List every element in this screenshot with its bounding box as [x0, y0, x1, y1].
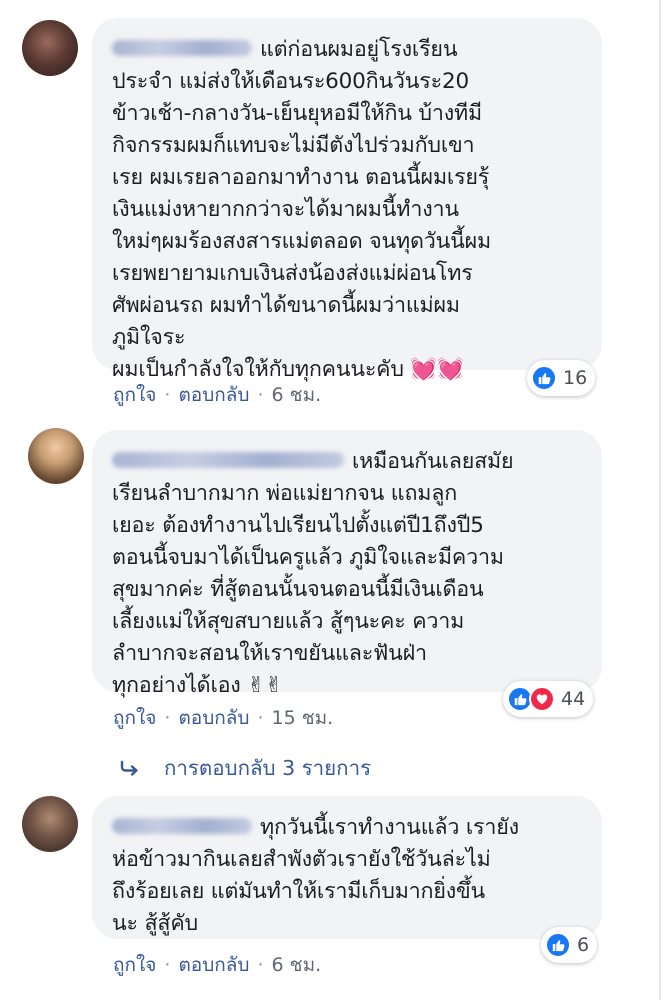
avatar[interactable]: [28, 428, 84, 484]
comment-text: แต่ก่อนผมอยู่โรงเรียน ประจำ แม่ส่งให้เดื…: [112, 37, 492, 382]
like-link[interactable]: ถูกใจ: [113, 950, 156, 980]
love-reaction-icon: [529, 686, 555, 712]
commenter-name[interactable]: [112, 40, 252, 56]
comment-actions: ถูกใจ · ตอบกลับ · 6 ชม.: [113, 380, 321, 410]
comment-text: เหมือนกันเลยสมัย เรียนลำบากมาก พ่อแม่ยาก…: [112, 449, 514, 698]
reaction-count: 6: [577, 934, 590, 956]
reply-link[interactable]: ตอบกลับ: [178, 950, 249, 980]
comment-text-wrap: แต่ก่อนผมอยู่โรงเรียน ประจำ แม่ส่งให้เดื…: [112, 34, 582, 386]
view-replies-link[interactable]: การตอบกลับ 3 รายการ: [120, 752, 371, 785]
reaction-count: 44: [561, 688, 586, 710]
reaction-summary[interactable]: 16: [527, 360, 596, 396]
like-reaction-icon: [545, 932, 571, 958]
timestamp[interactable]: 15 ชม.: [272, 703, 334, 733]
separator-dot: ·: [257, 384, 264, 406]
separator-dot: ·: [164, 707, 171, 729]
separator-dot: ·: [164, 384, 171, 406]
reply-arrow-icon: [120, 760, 142, 778]
reply-link[interactable]: ตอบกลับ: [178, 703, 249, 733]
comment-bubble: เหมือนกันเลยสมัย เรียนลำบากมาก พ่อแม่ยาก…: [92, 430, 602, 698]
comment-actions: ถูกใจ · ตอบกลับ · 15 ชม.: [113, 703, 333, 733]
reaction-summary[interactable]: 44: [503, 681, 594, 717]
comment-bubble: ทุกวันนี้เราทำงานแล้ว เรายัง ห่อข้าวมากิ…: [92, 796, 602, 939]
like-link[interactable]: ถูกใจ: [113, 380, 156, 410]
comment-text-wrap: เหมือนกันเลยสมัย เรียนลำบากมาก พ่อแม่ยาก…: [112, 446, 582, 702]
separator-dot: ·: [164, 954, 171, 976]
comment-bubble: แต่ก่อนผมอยู่โรงเรียน ประจำ แม่ส่งให้เดื…: [92, 18, 602, 382]
avatar[interactable]: [22, 20, 78, 76]
separator-dot: ·: [257, 707, 264, 729]
separator-dot: ·: [257, 954, 264, 976]
reaction-count: 16: [563, 367, 588, 389]
commenter-name[interactable]: [112, 452, 344, 468]
reaction-summary[interactable]: 6: [541, 927, 598, 963]
comment-actions: ถูกใจ · ตอบกลับ · 6 ชม.: [113, 950, 321, 980]
like-link[interactable]: ถูกใจ: [113, 703, 156, 733]
reply-link[interactable]: ตอบกลับ: [178, 380, 249, 410]
page-edge-divider: [659, 0, 661, 1000]
commenter-name[interactable]: [112, 818, 252, 834]
comment-text-wrap: ทุกวันนี้เราทำงานแล้ว เรายัง ห่อข้าวมากิ…: [112, 812, 582, 940]
replies-label[interactable]: การตอบกลับ 3 รายการ: [164, 752, 371, 785]
avatar[interactable]: [22, 796, 78, 852]
timestamp[interactable]: 6 ชม.: [272, 950, 322, 980]
like-reaction-icon: [531, 365, 557, 391]
timestamp[interactable]: 6 ชม.: [272, 380, 322, 410]
